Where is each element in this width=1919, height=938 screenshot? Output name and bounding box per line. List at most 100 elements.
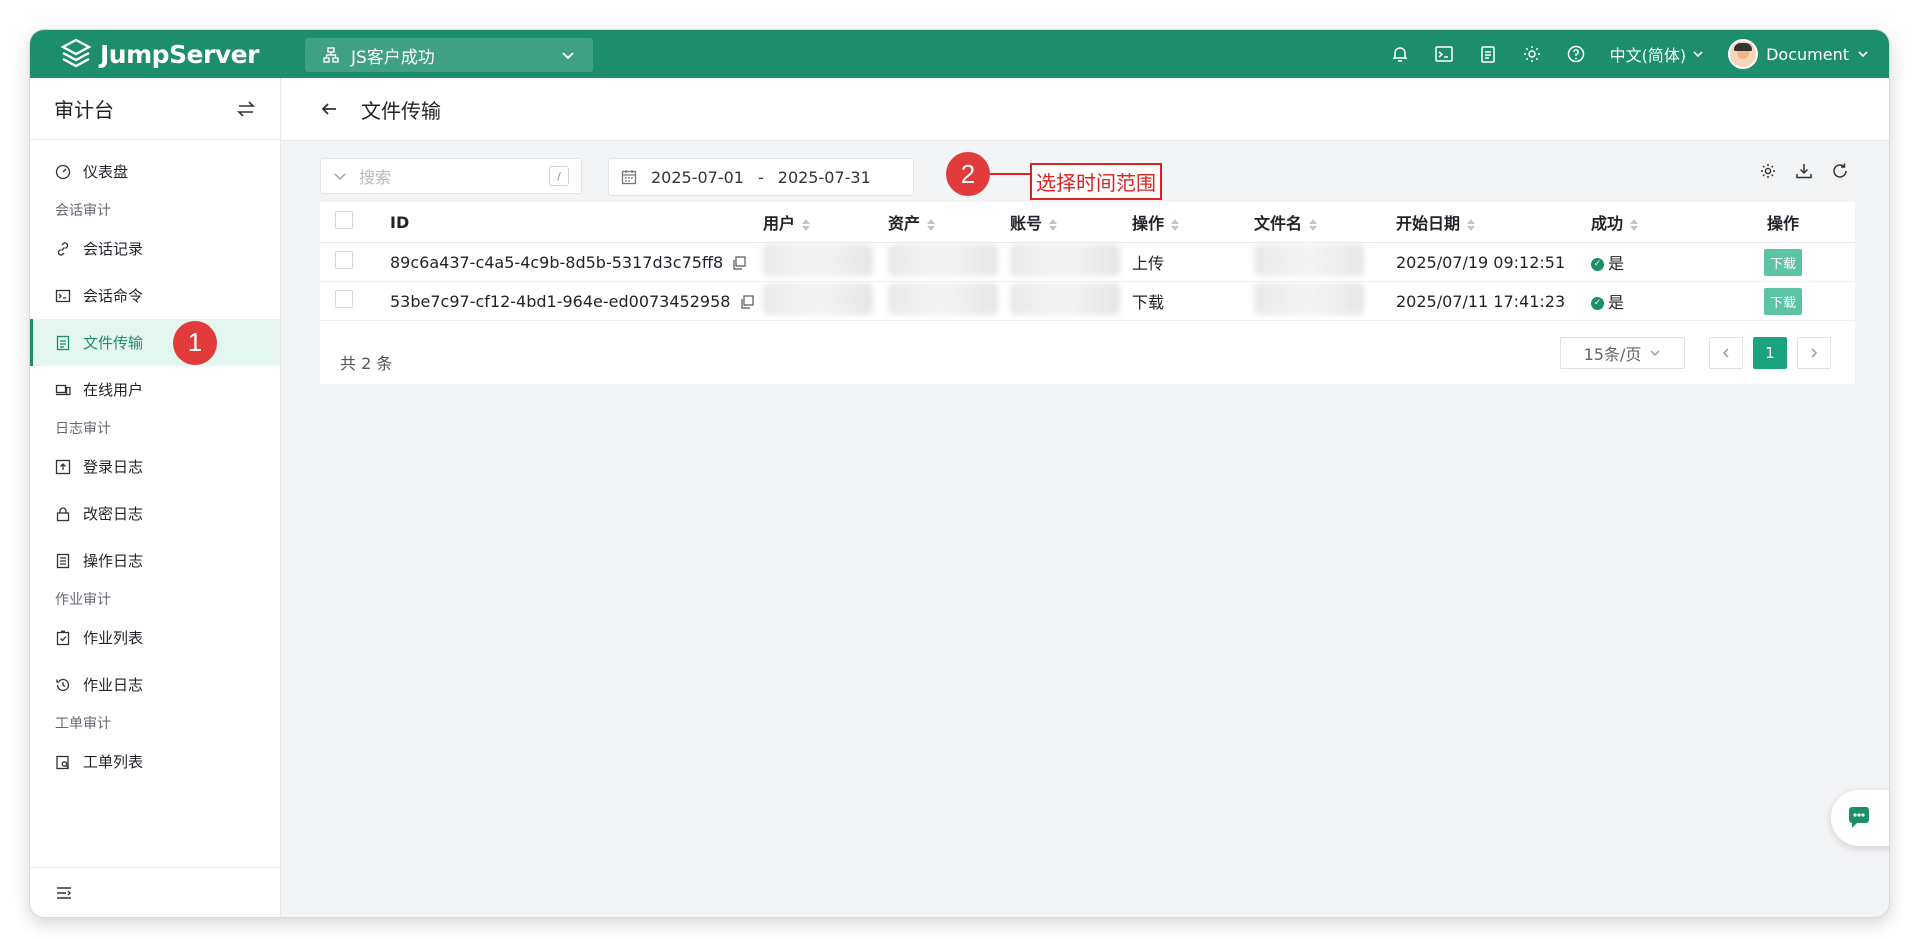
sidebar-group-session-audit: 会话审计: [55, 203, 111, 219]
sidebar-item-operation-logs[interactable]: 操作日志: [30, 537, 280, 584]
date-range-picker[interactable]: 2025-07-01 - 2025-07-31: [608, 158, 914, 196]
org-select[interactable]: JS客户成功: [305, 38, 593, 72]
switch-view-icon[interactable]: [236, 99, 256, 119]
page-size-select[interactable]: 15条/页: [1560, 337, 1685, 369]
dashboard-icon: [55, 164, 71, 179]
date-start[interactable]: 2025-07-01: [651, 168, 744, 187]
column-header-success[interactable]: 成功: [1591, 202, 1711, 243]
copy-icon[interactable]: [740, 295, 754, 309]
sidebar-item-label: 改密日志: [83, 505, 144, 523]
chat-bubble-icon: [1849, 807, 1869, 828]
sort-icon[interactable]: [1629, 218, 1639, 232]
chevron-down-icon: [562, 52, 574, 60]
list-icon: [56, 553, 70, 568]
row-success: 是: [1608, 293, 1625, 312]
collapse-menu-icon[interactable]: [55, 884, 73, 902]
search-input[interactable]: 搜索 /: [320, 158, 582, 194]
chat-assistant-button[interactable]: [1831, 790, 1889, 846]
sort-icon[interactable]: [926, 218, 936, 232]
column-header-start-date[interactable]: 开始日期: [1396, 202, 1591, 243]
sidebar-item-job-logs[interactable]: 作业日志: [30, 661, 280, 708]
lock-icon: [56, 506, 70, 521]
row-checkbox[interactable]: [335, 251, 353, 269]
column-header-id[interactable]: ID: [390, 202, 763, 243]
help-icon[interactable]: [1566, 44, 1586, 64]
checklist-icon: [56, 630, 70, 645]
chevron-down-icon: [1693, 51, 1703, 58]
copy-icon[interactable]: [732, 256, 746, 270]
logo[interactable]: JumpServer: [60, 38, 259, 70]
column-header-filename[interactable]: 文件名: [1254, 202, 1396, 243]
page-title: 文件传输: [361, 98, 441, 123]
column-header-user[interactable]: 用户: [763, 202, 888, 243]
column-header-operate[interactable]: 操作: [1132, 202, 1254, 243]
sidebar-item-label: 会话记录: [83, 240, 144, 258]
sidebar-item-ticket-list[interactable]: 工单列表: [30, 738, 280, 785]
prev-page-button[interactable]: [1709, 337, 1743, 369]
sidebar-group-ticket-audit: 工单审计: [55, 716, 111, 732]
step-badge-1: 1: [173, 320, 218, 365]
login-icon: [55, 459, 71, 474]
brand-name: JumpServer: [100, 39, 259, 69]
sidebar-item-dashboard[interactable]: 仪表盘: [30, 148, 280, 195]
redacted-account: [1010, 244, 1120, 276]
download-button[interactable]: 下载: [1763, 287, 1802, 315]
step-badge-2: 2: [946, 152, 990, 196]
column-header-asset[interactable]: 资产: [888, 202, 1010, 243]
calendar-icon: [621, 170, 637, 185]
sidebar-item-password-change-logs[interactable]: 改密日志: [30, 490, 280, 537]
sort-icon[interactable]: [1466, 218, 1476, 232]
sidebar-item-login-logs[interactable]: 登录日志: [30, 443, 280, 490]
sidebar-item-label: 工单列表: [83, 753, 144, 771]
column-header-account[interactable]: 账号: [1010, 202, 1132, 243]
row-start-date: 2025/07/11 17:41:23: [1396, 281, 1591, 321]
sort-icon[interactable]: [1170, 218, 1180, 232]
bell-icon[interactable]: [1390, 44, 1410, 64]
sort-icon[interactable]: [801, 218, 811, 232]
page-button-current[interactable]: 1: [1753, 337, 1787, 369]
back-arrow-icon[interactable]: [319, 99, 339, 119]
download-icon[interactable]: [1795, 162, 1813, 180]
row-checkbox[interactable]: [335, 290, 353, 308]
language-select[interactable]: 中文(简体): [1610, 42, 1705, 66]
sort-icon[interactable]: [1048, 218, 1058, 232]
gear-icon[interactable]: [1759, 162, 1777, 180]
sort-icon[interactable]: [1308, 218, 1318, 232]
sidebar-item-online-users[interactable]: 在线用户: [30, 366, 280, 413]
sidebar-item-session-commands[interactable]: 会话命令: [30, 272, 280, 319]
redacted-user: [763, 283, 873, 315]
table-row[interactable]: 53be7c97-cf12-4bd1-964e-ed0073452958 下载 …: [320, 281, 1855, 321]
sidebar-item-job-list[interactable]: 作业列表: [30, 614, 280, 661]
refresh-icon[interactable]: [1831, 162, 1849, 180]
sidebar-item-label: 操作日志: [83, 552, 144, 570]
sidebar-item-label: 作业日志: [83, 676, 144, 694]
table-row[interactable]: 89c6a437-c4a5-4c9b-8d5b-5317d3c75ff8 上传 …: [320, 242, 1855, 282]
search-hotkey: /: [549, 166, 569, 186]
table-header-row: ID 用户 资产 账号 操作 文件名 开始日期 成功 操作: [320, 202, 1855, 243]
clipboard-icon[interactable]: [1478, 44, 1498, 64]
select-all-checkbox[interactable]: [335, 211, 353, 229]
search-placeholder: 搜索: [359, 168, 392, 187]
date-end[interactable]: 2025-07-31: [778, 168, 871, 187]
annotation-connector: [990, 173, 1030, 175]
redacted-asset: [888, 283, 998, 315]
sidebar-item-label: 仪表盘: [83, 163, 129, 181]
user-name: Document: [1766, 44, 1849, 64]
download-button[interactable]: 下载: [1763, 248, 1802, 276]
gear-icon[interactable]: [1522, 44, 1542, 64]
language-label: 中文(简体): [1609, 46, 1687, 65]
sidebar-item-session-records[interactable]: 会话记录: [30, 225, 280, 272]
user-menu[interactable]: Document: [1728, 39, 1869, 69]
column-header-actions: 操作: [1711, 202, 1855, 243]
next-page-button[interactable]: [1797, 337, 1831, 369]
table-card: ID 用户 资产 账号 操作 文件名 开始日期 成功 操作 89c6a437-c…: [320, 202, 1855, 384]
top-bar: JumpServer JS客户成功 中文(简体) Document: [30, 30, 1889, 78]
sidebar-item-file-transfer[interactable]: 文件传输 1: [30, 319, 280, 366]
terminal-icon[interactable]: [1434, 44, 1454, 64]
sidebar-item-label: 文件传输: [83, 334, 144, 352]
check-circle-icon: ✓: [1591, 258, 1604, 271]
top-actions: 中文(简体) Document: [1390, 30, 1869, 78]
chevron-left-icon: [1722, 348, 1729, 358]
row-operate: 上传: [1132, 242, 1254, 282]
chevron-down-icon: [334, 173, 346, 181]
